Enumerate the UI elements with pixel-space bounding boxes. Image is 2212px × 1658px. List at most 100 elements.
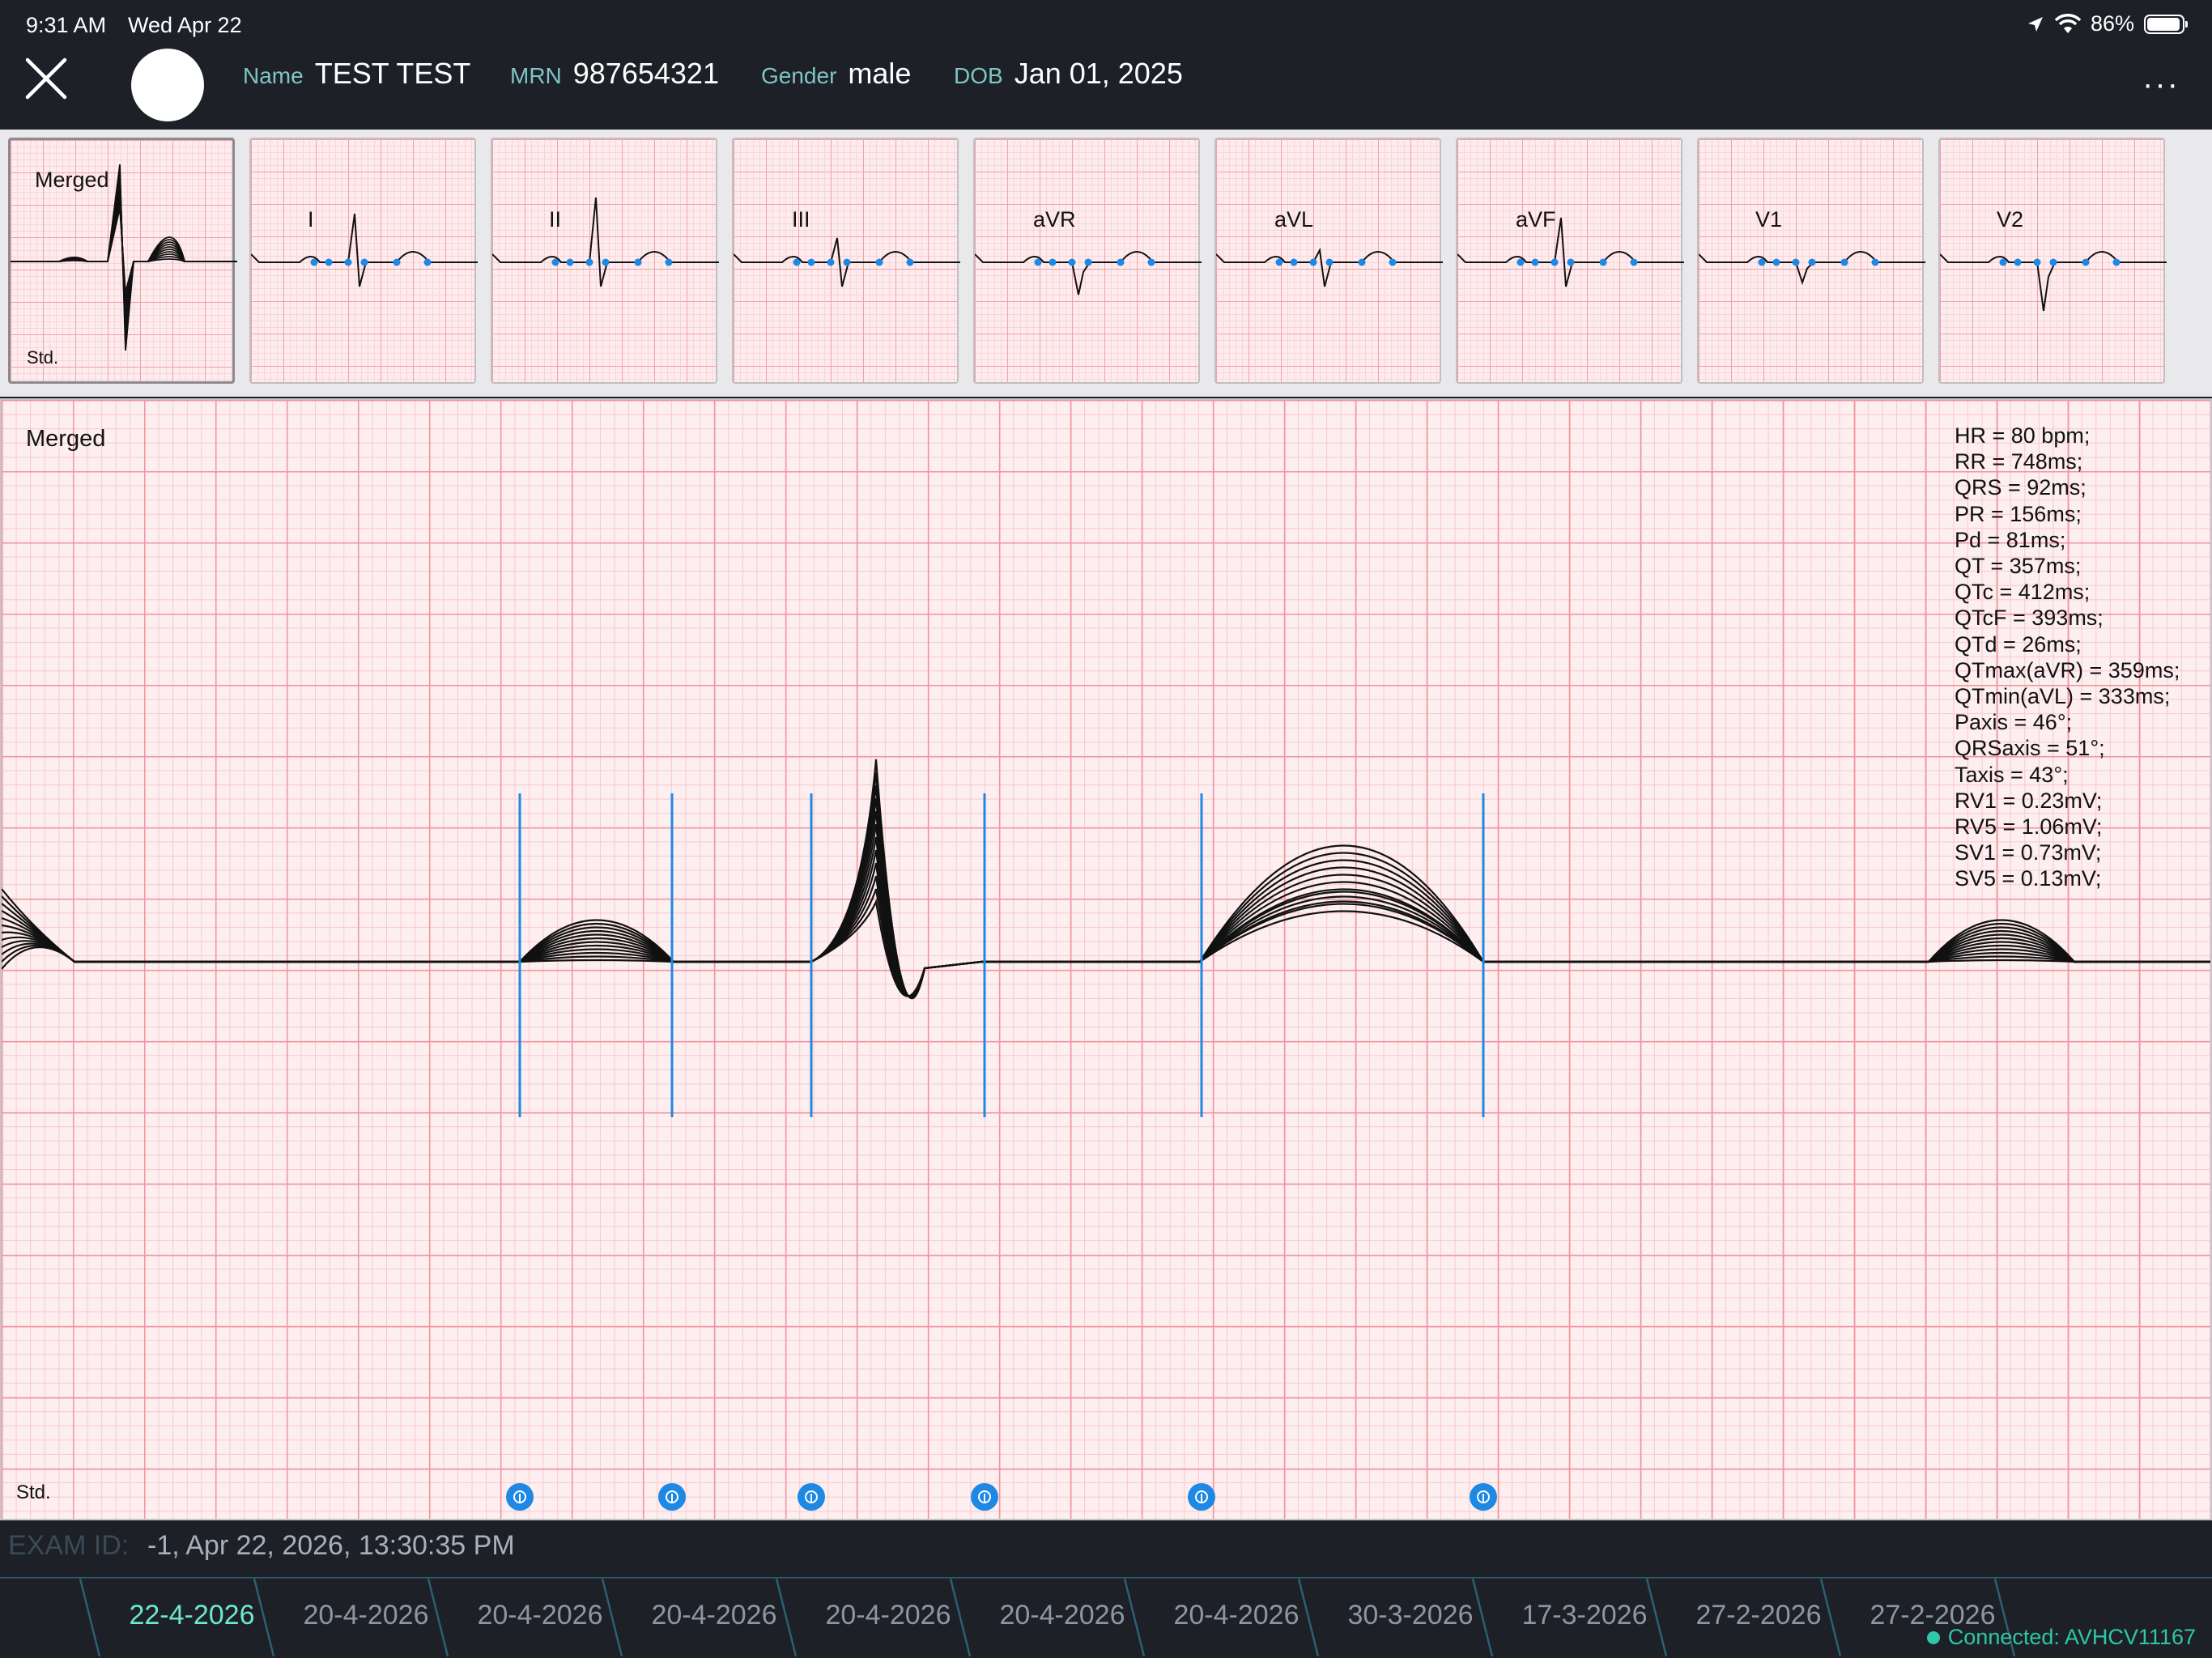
exam-info: EXAM ID: -1, Apr 22, 2026, 13:30:35 PM (0, 1520, 2212, 1577)
measurement-line: QRSaxis = 51°; (1955, 736, 2105, 761)
lead-thumb-i[interactable]: I (249, 138, 478, 384)
mrn-label: MRN (510, 63, 562, 88)
tab-label: 20-4-2026 (825, 1600, 951, 1630)
measurement-line: RR = 748ms; (1955, 449, 2083, 474)
patient-name: Name TEST TEST (243, 57, 470, 91)
measurement-line: RV1 = 0.23mV; (1955, 788, 2103, 813)
lead-thumb-label: Merged (35, 168, 109, 192)
patient-gender: Gender male (761, 57, 911, 91)
exam-id-value: -1, Apr 22, 2026, 13:30:35 PM (147, 1530, 515, 1561)
measurement-line: Taxis = 43°; (1955, 762, 2069, 787)
lead-waveform (975, 251, 1202, 295)
cursor-handle[interactable] (506, 1483, 534, 1511)
merged-ecg-view[interactable]: Merged Std. HR = 80 bpm; RR = 748ms; QRS =… (0, 398, 2212, 1520)
lead-waveform (1457, 217, 1684, 287)
measurement-line: Pd = 81ms; (1955, 527, 2066, 552)
tab-exam-date[interactable]: 20-4-2026 (279, 1577, 453, 1658)
measurements-panel: HR = 80 bpm; RR = 748ms; QRS = 92ms; PR = 1… (1955, 423, 2180, 892)
lead-thumb-label: I (308, 207, 314, 232)
tab-exam-date[interactable]: 22-4-2026 (105, 1577, 279, 1658)
wifi-icon (2054, 13, 2081, 33)
location-icon (2027, 16, 2043, 32)
patient-header: Name TEST TEST MRN 987654321 Gender male… (0, 49, 2212, 130)
measurement-line: QTmax(aVR) = 359ms; (1955, 657, 2180, 682)
dob-label: DOB (954, 63, 1003, 88)
measurement-line: Paxis = 46°; (1955, 710, 2073, 735)
cursor-handle[interactable] (658, 1483, 686, 1511)
avatar[interactable] (131, 49, 204, 121)
tab-label: 20-4-2026 (303, 1600, 429, 1630)
measurement-line: SV5 = 0.13mV; (1955, 866, 2102, 891)
tab-exam-date[interactable]: 20-4-2026 (802, 1577, 976, 1658)
lead-thumb-label: V1 (1755, 207, 1783, 232)
tab-exam-date[interactable]: 20-4-2026 (627, 1577, 802, 1658)
lead-thumb-merged[interactable]: Std. Merged (8, 138, 237, 384)
lead-waveform (1216, 247, 1443, 287)
cursor-handle[interactable] (798, 1483, 825, 1511)
name-label: Name (243, 63, 304, 88)
merged-waveform (2, 759, 2210, 1117)
measurement-line: SV1 = 0.73mV; (1955, 840, 2102, 865)
lead-waveform (251, 213, 478, 287)
lead-thumb-label: aVL (1274, 207, 1314, 232)
main-view-std: Std. (16, 1482, 51, 1503)
tab-label: 22-4-2026 (129, 1600, 255, 1630)
mrn-value: 987654321 (572, 57, 719, 90)
lead-thumb-label: II (549, 207, 562, 232)
lead-thumb-avf[interactable]: aVF (1456, 138, 1684, 384)
tab-exam-date[interactable]: 27-2-2026 (1672, 1577, 1846, 1658)
measurement-line: QTcF = 393ms; (1955, 606, 2104, 631)
measurement-line: QTc = 412ms; (1955, 580, 2091, 605)
lead-thumb-v1[interactable]: V1 (1697, 138, 1925, 384)
lead-waveform (492, 197, 719, 287)
dob-value: Jan 01, 2025 (1014, 57, 1183, 90)
tab-label: 20-4-2026 (1173, 1600, 1300, 1630)
exam-id-label: EXAM ID: (8, 1530, 130, 1561)
name-value: TEST TEST (314, 57, 471, 90)
lead-thumb-avr[interactable]: aVR (973, 138, 1202, 384)
tab-exam-date[interactable]: 30-3-2026 (1324, 1577, 1498, 1658)
more-icon[interactable]: ··· (2142, 66, 2180, 103)
lead-thumb-iii[interactable]: III (732, 138, 960, 384)
lead-thumb-avl[interactable]: aVL (1214, 138, 1443, 384)
cursor-handle[interactable] (971, 1483, 998, 1511)
status-time: 9:31 AM (26, 13, 107, 37)
lead-thumbnail-strip[interactable]: Std. Merged I II III aVR aVL aVF V1 V2 (8, 138, 2212, 387)
lead-thumb-label: III (792, 207, 810, 232)
gender-label: Gender (761, 63, 837, 88)
tab-label: 20-4-2026 (999, 1600, 1125, 1630)
battery-percent: 86% (2090, 11, 2134, 36)
tab-label: 17-3-2026 (1521, 1600, 1648, 1630)
lead-thumb-v2[interactable]: V2 (1938, 138, 2167, 384)
lead-thumb-label: aVR (1033, 207, 1076, 232)
tab-exam-date[interactable]: 27-2-2026 (1846, 1577, 2020, 1658)
measurement-line: QRS = 92ms; (1955, 475, 2087, 500)
close-icon[interactable] (24, 57, 68, 100)
tab-exam-date[interactable]: 20-4-2026 (453, 1577, 627, 1658)
tab-exam-date[interactable]: 20-4-2026 (976, 1577, 1150, 1658)
measurement-line: QTd = 26ms; (1955, 631, 2082, 657)
status-right: 86% (2026, 11, 2188, 36)
cursor-handle[interactable] (1188, 1483, 1215, 1511)
tab-label: 20-4-2026 (477, 1600, 603, 1630)
measurement-line: QTmin(aVL) = 333ms; (1955, 684, 2171, 709)
main-view-label: Merged (26, 426, 106, 452)
lead-thumb-ii[interactable]: II (491, 138, 719, 384)
lead-waveform (734, 237, 960, 287)
cursor-handle[interactable] (1470, 1483, 1497, 1511)
gender-value: male (848, 57, 912, 90)
lead-waveform (1699, 251, 1925, 286)
patient-mrn: MRN 987654321 (510, 57, 719, 91)
tab-label: 27-2-2026 (1870, 1600, 1996, 1630)
battery-icon (2144, 14, 2188, 34)
exam-date-tabs: Connected: AVHCV11167 22-4-2026 20-4-2026… (0, 1577, 2212, 1658)
tab-label: 27-2-2026 (1695, 1600, 1822, 1630)
measurement-line: HR = 80 bpm; (1955, 423, 2091, 448)
lead-waveform (1940, 251, 2167, 312)
tab-exam-date[interactable]: 20-4-2026 (1150, 1577, 1324, 1658)
measurement-line: QT = 357ms; (1955, 554, 2082, 579)
tab-exam-date[interactable]: 17-3-2026 (1498, 1577, 1672, 1658)
lead-thumb-label: aVF (1516, 207, 1556, 232)
status-bar: 9:31 AM Wed Apr 22 86% (0, 0, 2212, 49)
measurement-line: PR = 156ms; (1955, 501, 2082, 526)
